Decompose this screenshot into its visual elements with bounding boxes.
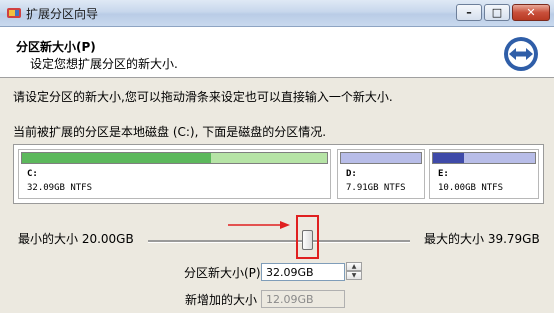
new-size-label: 分区新大小(P) — [184, 266, 261, 280]
added-size-label: 新增加的大小 — [185, 293, 258, 307]
annotation-arrow-icon — [228, 221, 290, 229]
partition-e[interactable]: E: 10.00GB NTFS — [429, 149, 539, 199]
partition-info: 7.91GB NTFS — [346, 183, 406, 193]
wizard-header: 分区新大小(P) 设定您想扩展分区的新大小. — [0, 27, 554, 78]
partition-label: C: — [27, 169, 38, 179]
spin-up-icon[interactable]: ▲ — [346, 262, 362, 271]
page-title: 分区新大小(P) — [16, 40, 96, 54]
partition-usage-fill — [22, 153, 212, 163]
partition-info-text: 当前被扩展的分区是本地磁盘 (C:), 下面是磁盘的分区情况. — [13, 125, 327, 139]
partition-label: E: — [438, 169, 449, 179]
wizard-window: 扩展分区向导 – □ ✕ 分区新大小(P) 设定您想扩展分区的新大小. 请设定分… — [0, 0, 554, 313]
size-slider-track[interactable] — [148, 240, 410, 243]
close-icon: ✕ — [526, 6, 536, 19]
added-size-field — [261, 290, 345, 308]
minimize-button[interactable]: – — [456, 4, 482, 21]
partition-usage-bar — [21, 152, 328, 164]
partition-label: D: — [346, 169, 357, 179]
new-size-spinner[interactable]: ▲ ▼ — [346, 262, 362, 281]
app-icon — [7, 8, 21, 18]
spin-down-icon[interactable]: ▼ — [346, 271, 362, 280]
partition-usage-fill — [341, 153, 421, 163]
maximize-button[interactable]: □ — [484, 4, 510, 21]
window-title: 扩展分区向导 — [26, 7, 99, 21]
new-size-input[interactable] — [261, 263, 345, 281]
maximize-icon: □ — [491, 6, 503, 19]
instruction-text: 请设定分区的新大小,您可以拖动滑条来设定也可以直接输入一个新大小. — [13, 90, 393, 104]
minimize-icon: – — [466, 6, 472, 19]
min-size-label: 最小的大小 20.00GB — [18, 232, 134, 246]
partition-info: 10.00GB NTFS — [438, 183, 504, 193]
title-bar: 扩展分区向导 – □ ✕ — [0, 0, 554, 27]
partition-usage-bar — [432, 152, 536, 164]
size-slider-thumb[interactable] — [302, 230, 313, 250]
partition-usage-bar — [340, 152, 422, 164]
max-size-label: 最大的大小 39.79GB — [424, 232, 540, 246]
partition-c[interactable]: C: 32.09GB NTFS — [18, 149, 331, 199]
page-subtitle: 设定您想扩展分区的新大小. — [30, 57, 178, 71]
partition-d[interactable]: D: 7.91GB NTFS — [337, 149, 425, 199]
partition-info: 32.09GB NTFS — [27, 183, 93, 193]
close-button[interactable]: ✕ — [512, 4, 550, 21]
disk-map: C: 32.09GB NTFS D: 7.91GB NTFS E: 10.00G… — [13, 144, 544, 204]
partition-usage-fill — [433, 153, 464, 163]
wizard-arrows-icon — [504, 37, 538, 71]
